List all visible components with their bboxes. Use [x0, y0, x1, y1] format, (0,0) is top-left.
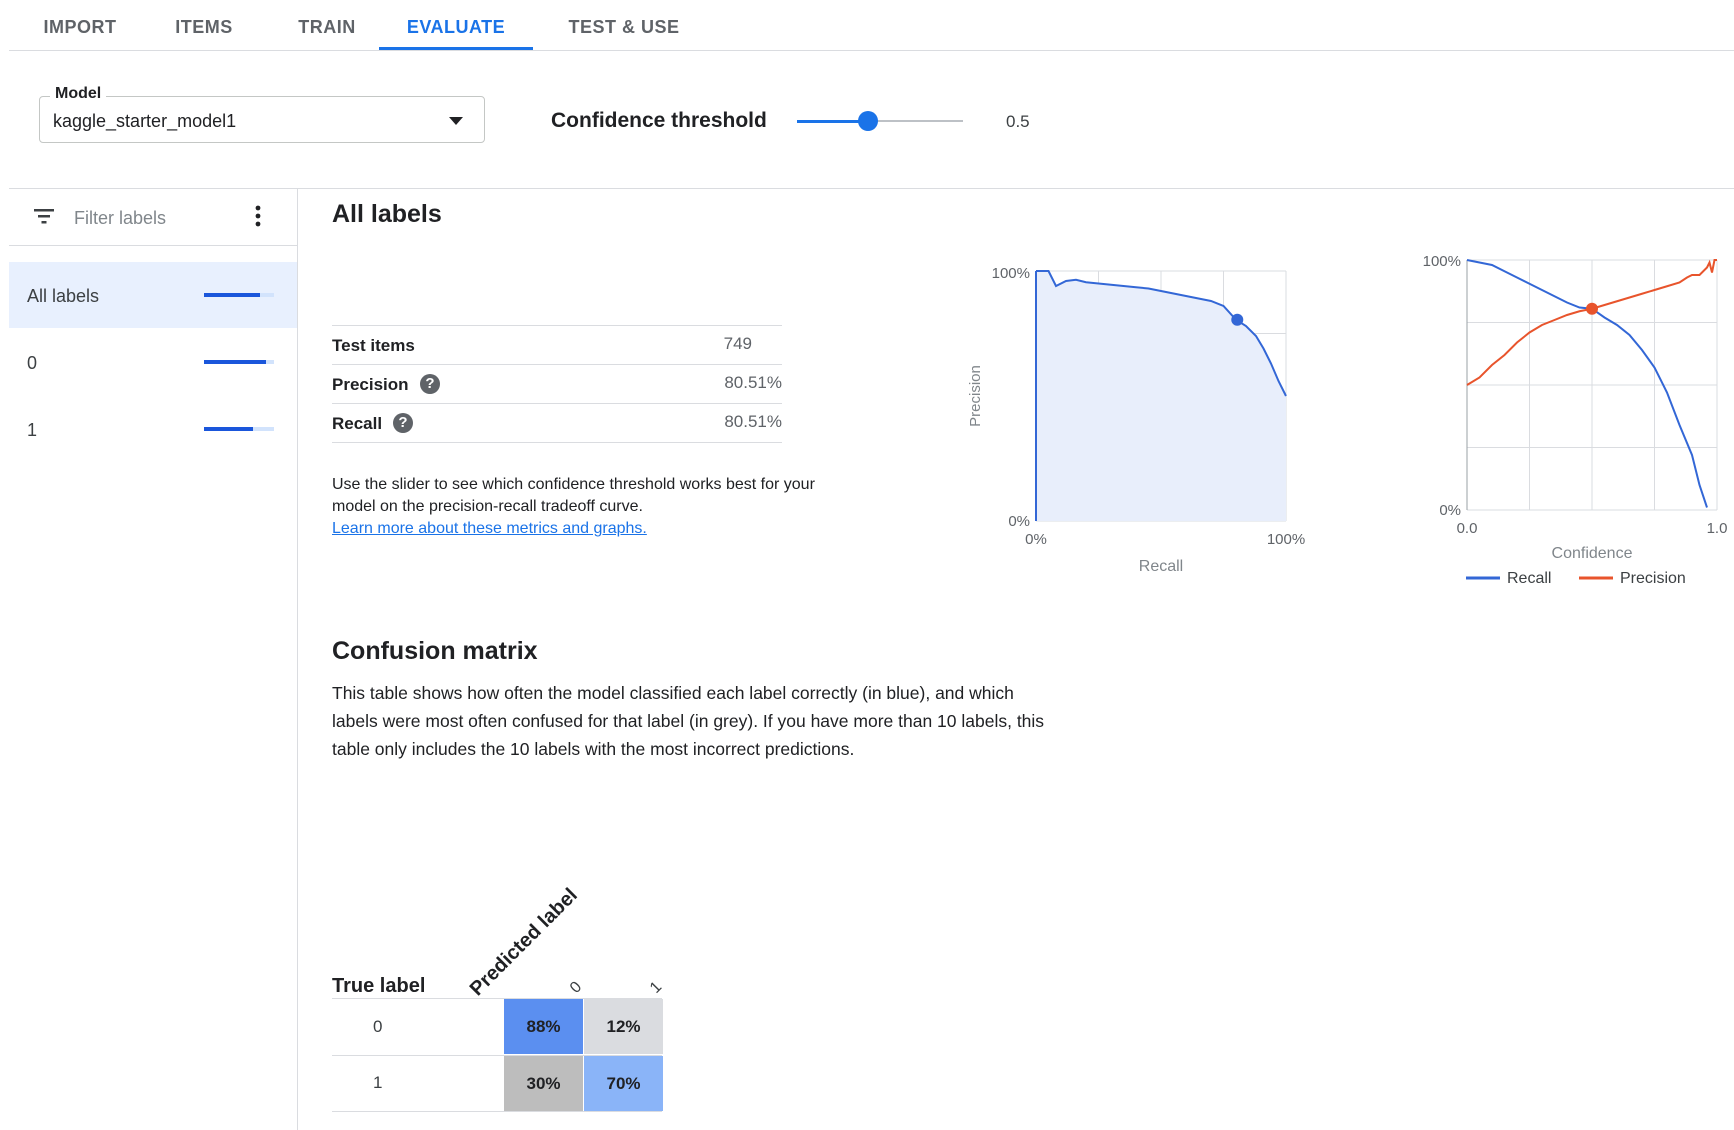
- dropdown-arrow-icon[interactable]: [449, 117, 463, 125]
- x-tick-label: 100%: [1267, 531, 1305, 548]
- model-select-value: kaggle_starter_model1: [53, 111, 237, 131]
- metric-row-recall: Recall ? 80.51%: [332, 403, 782, 443]
- score-bar: [204, 293, 274, 297]
- confidence-slider[interactable]: [797, 109, 963, 133]
- metric-name: Precision: [332, 375, 409, 394]
- cm-divider: [332, 1111, 662, 1112]
- metric-name: Recall: [332, 414, 383, 433]
- label-sidebar: Filter labels All labels 0 1: [9, 189, 298, 1130]
- score-bar: [204, 360, 274, 364]
- x-axis-label: Confidence: [1552, 545, 1633, 562]
- help-icon[interactable]: ?: [393, 413, 413, 433]
- tab-items[interactable]: ITEMS: [154, 0, 254, 50]
- x-tick-label: 0.0: [1457, 520, 1478, 537]
- y-tick-label: 0%: [1439, 502, 1461, 519]
- metrics-table: Test items 749 Precision ? 80.51% Recall…: [332, 325, 782, 443]
- predicted-label-heading: Predicted label: [465, 884, 582, 1001]
- true-label-heading: True label: [332, 975, 426, 997]
- model-toolbar: Model kaggle_starter_model1 Confidence t…: [9, 51, 1734, 189]
- cm-cell-incorrect: 30%: [504, 1056, 583, 1111]
- sidebar-item-label: 0: [27, 353, 38, 373]
- pr-area: [1036, 271, 1286, 521]
- x-tick-label: 0%: [1025, 531, 1047, 548]
- confidence-value: 0.5: [1006, 112, 1030, 131]
- tab-test-and-use[interactable]: TEST & USE: [554, 0, 694, 50]
- sidebar-item-label: 1: [27, 420, 38, 440]
- score-bar-fill: [204, 427, 253, 431]
- learn-more-link[interactable]: Learn more about these metrics and graph…: [332, 520, 647, 537]
- x-tick-label: 1.0: [1707, 520, 1728, 537]
- cm-column-header: 0: [566, 978, 586, 997]
- model-select-label: Model: [50, 85, 107, 103]
- legend-label: Precision: [1620, 570, 1686, 587]
- sidebar-item-label-1[interactable]: 1: [9, 396, 297, 462]
- metric-value: 80.51%: [724, 373, 782, 392]
- tab-bar: IMPORT ITEMS TRAIN EVALUATE TEST & USE: [9, 0, 1734, 51]
- threshold-curve-chart: 100% 0%0.0 1.0 ConfidenceRecall Precision: [1423, 253, 1728, 587]
- slider-thumb[interactable]: [858, 111, 878, 131]
- metric-value: 749: [723, 334, 752, 353]
- section-title: All labels: [332, 200, 442, 228]
- slider-description-text: Use the slider to see which confidence t…: [332, 476, 815, 515]
- sidebar-item-all-labels[interactable]: All labels: [9, 262, 297, 328]
- metric-row-precision: Precision ? 80.51%: [332, 364, 782, 403]
- y-tick-label: 0%: [1008, 513, 1030, 530]
- tab-import[interactable]: IMPORT: [27, 0, 133, 50]
- filter-labels-input[interactable]: Filter labels: [74, 208, 166, 229]
- confusion-matrix-description: This table shows how often the model cla…: [332, 683, 1045, 759]
- score-bar: [204, 427, 274, 431]
- sidebar-item-label: All labels: [27, 286, 100, 306]
- cm-cell-correct: 88%: [504, 999, 583, 1054]
- cm-row-label: 1: [373, 1073, 383, 1092]
- sidebar-item-label-0[interactable]: 0: [9, 329, 297, 395]
- score-bar-fill: [204, 293, 260, 297]
- x-axis-label: Recall: [1139, 558, 1183, 575]
- y-tick-label: 100%: [1423, 253, 1461, 270]
- more-vert-icon[interactable]: [254, 205, 262, 227]
- filter-row: Filter labels: [9, 189, 297, 246]
- series-line-recall: [1466, 259, 1708, 508]
- metric-name: Test items: [332, 336, 415, 355]
- threshold-marker: [1586, 302, 1598, 315]
- slider-track-inactive: [868, 120, 963, 122]
- precision-recall-chart: 100% 0%0% 100% Recall Precision: [967, 265, 1305, 575]
- filter-icon[interactable]: [33, 207, 55, 225]
- slider-description: Use the slider to see which confidence t…: [332, 474, 852, 540]
- help-icon[interactable]: ?: [420, 374, 440, 394]
- y-tick-label: 100%: [992, 265, 1030, 282]
- cm-cell-correct: 70%: [584, 1056, 663, 1111]
- tab-train[interactable]: TRAIN: [277, 0, 377, 50]
- cm-cell-incorrect: 12%: [584, 999, 663, 1054]
- metric-value: 80.51%: [724, 412, 782, 431]
- confidence-threshold-label: Confidence threshold: [551, 109, 767, 132]
- metric-row-test-items: Test items 749: [332, 325, 782, 364]
- y-axis-label: Precision: [967, 365, 984, 427]
- cm-row-label: 0: [373, 1017, 383, 1036]
- threshold-marker: [1231, 313, 1244, 326]
- model-select[interactable]: Model kaggle_starter_model1: [39, 85, 485, 143]
- confusion-matrix-title: Confusion matrix: [332, 637, 538, 665]
- evaluate-page: IMPORT ITEMS TRAIN EVALUATE TEST & USE M…: [0, 0, 1734, 1130]
- score-bar-fill: [204, 360, 266, 364]
- tab-evaluate[interactable]: EVALUATE: [379, 0, 533, 50]
- cm-column-header: 1: [646, 978, 666, 997]
- legend-label: Recall: [1507, 570, 1551, 587]
